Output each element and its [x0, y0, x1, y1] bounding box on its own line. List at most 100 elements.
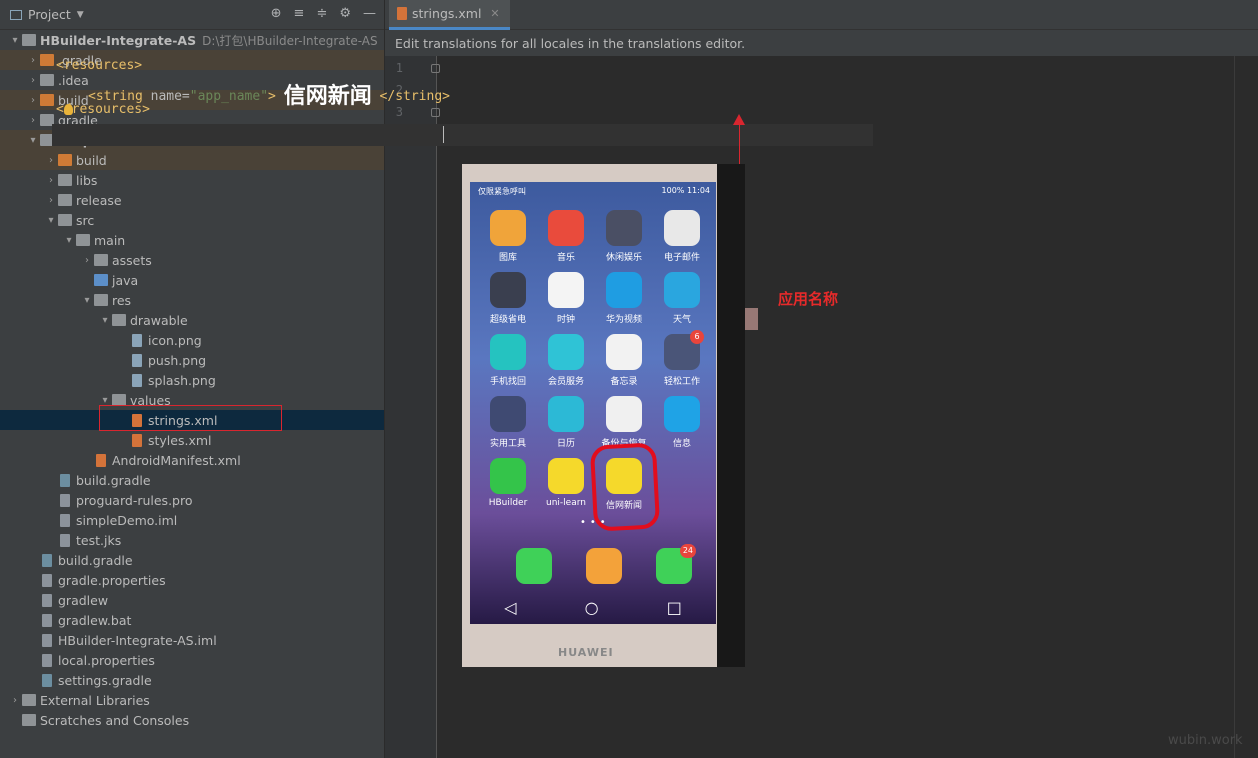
tree-item[interactable]: ▾ HBuilder-Integrate-AS D:\打包\HBuilder-Int…: [0, 30, 384, 50]
phone-app: 备忘录: [596, 334, 652, 387]
chevron-icon[interactable]: ›: [44, 195, 58, 206]
app-icon: [548, 334, 584, 370]
tree-item[interactable]: Scratches and Consoles: [0, 710, 384, 730]
tree-item[interactable]: settings.gradle: [0, 670, 384, 690]
chevron-icon[interactable]: ▾: [98, 315, 112, 326]
chevron-icon[interactable]: ▾: [80, 295, 94, 306]
bulb-icon[interactable]: [64, 104, 73, 115]
app-label: 会员服务: [547, 377, 584, 387]
tree-item[interactable]: gradle.properties: [0, 570, 384, 590]
phone-brand: HUAWEI: [558, 646, 614, 659]
line-number: 1: [395, 61, 403, 75]
tree-item[interactable]: simpleDemo.iml: [0, 510, 384, 530]
code-line-3[interactable]: </resources>: [56, 102, 150, 124]
annotation-arrow: [739, 120, 740, 164]
tree-item-label: splash.png: [148, 372, 216, 388]
app-icon: 6: [664, 330, 704, 370]
chevron-icon[interactable]: ›: [26, 115, 40, 126]
tree-item[interactable]: icon.png: [0, 330, 384, 350]
status-right: 100% 11:04: [661, 186, 710, 195]
tree-item[interactable]: ▾ src: [0, 210, 384, 230]
tree-item[interactable]: push.png: [0, 350, 384, 370]
app-icon: [664, 396, 700, 432]
chevron-icon[interactable]: ▾: [44, 215, 58, 226]
photo-edge: [717, 164, 745, 667]
chevron-icon[interactable]: ›: [80, 255, 94, 266]
app-icon: [548, 458, 584, 494]
fold-toggle[interactable]: [431, 108, 440, 117]
collapse-all-icon[interactable]: ≑: [316, 6, 327, 21]
tree-item[interactable]: ▾ drawable: [0, 310, 384, 330]
folder-icon: [58, 154, 72, 166]
file-icon: [42, 673, 52, 687]
tree-item-label: push.png: [148, 352, 207, 368]
chevron-down-icon[interactable]: ▼: [77, 10, 84, 20]
tree-item[interactable]: › libs: [0, 170, 384, 190]
tree-item[interactable]: build.gradle: [0, 550, 384, 570]
phone-app: 时钟: [538, 272, 594, 325]
tree-item[interactable]: ▾ res: [0, 290, 384, 310]
tree-item[interactable]: gradlew.bat: [0, 610, 384, 630]
phone-app: 会员服务: [538, 334, 594, 387]
file-icon: [42, 593, 52, 607]
tree-item-label: java: [112, 272, 139, 288]
tree-item[interactable]: styles.xml: [0, 430, 384, 450]
file-icon: [42, 573, 52, 587]
tree-item[interactable]: › build: [0, 150, 384, 170]
dock-app: 24: [646, 544, 702, 588]
project-view-selector[interactable]: Project: [28, 7, 71, 22]
app-icon: [606, 334, 642, 370]
close-icon[interactable]: ✕: [490, 7, 499, 20]
project-view-icon[interactable]: [10, 9, 22, 20]
chevron-icon[interactable]: ›: [44, 155, 58, 166]
phone-status-bar: 仅限紧急呼叫 100% 11:04: [478, 186, 710, 200]
tree-item-label: proguard-rules.pro: [76, 492, 193, 508]
chevron-icon[interactable]: ▾: [98, 395, 112, 406]
tree-item[interactable]: › release: [0, 190, 384, 210]
code-line-2[interactable]: <string name="app_name"> 信网新闻 </string>: [88, 78, 450, 109]
string-close-tag: </string>: [379, 89, 450, 104]
app-icon: [490, 396, 526, 432]
app-label: 天气: [672, 315, 691, 325]
watermark: wubin.work: [1168, 733, 1243, 748]
tree-item[interactable]: local.properties: [0, 650, 384, 670]
folder-icon: [94, 274, 108, 286]
tree-item[interactable]: gradlew: [0, 590, 384, 610]
phone-app: 图库: [480, 210, 536, 263]
tree-item[interactable]: ▾ main: [0, 230, 384, 250]
chevron-icon[interactable]: ▾: [62, 235, 76, 246]
tree-item-label: test.jks: [76, 532, 122, 548]
hide-icon[interactable]: —: [363, 6, 376, 21]
tree-item-label: release: [76, 192, 122, 208]
chevron-icon[interactable]: ▾: [8, 35, 22, 46]
chevron-icon[interactable]: ›: [26, 75, 40, 86]
chevron-icon[interactable]: ›: [26, 95, 40, 106]
file-icon: [42, 633, 52, 647]
tree-item[interactable]: splash.png: [0, 370, 384, 390]
locate-icon[interactable]: ⊕: [271, 6, 282, 21]
expand-all-icon[interactable]: ≡: [294, 6, 305, 21]
fold-toggle[interactable]: [431, 64, 440, 73]
gear-icon[interactable]: ⚙: [339, 6, 351, 21]
current-line-highlight: [52, 124, 873, 146]
chevron-icon[interactable]: ›: [8, 695, 22, 706]
tree-item-label: src: [76, 212, 95, 228]
tree-item[interactable]: › External Libraries: [0, 690, 384, 710]
tree-item[interactable]: › assets: [0, 250, 384, 270]
tree-item[interactable]: HBuilder-Integrate-AS.iml: [0, 630, 384, 650]
file-icon: [132, 373, 142, 387]
tree-item[interactable]: java: [0, 270, 384, 290]
chevron-icon[interactable]: ▾: [26, 135, 40, 146]
translations-banner[interactable]: Edit translations for all locales in the…: [385, 30, 1258, 56]
phone-app: HBuilder: [480, 458, 536, 508]
phone-nav-bar: ◁ ○ □: [470, 592, 716, 622]
tree-item[interactable]: build.gradle: [0, 470, 384, 490]
code-line-1[interactable]: <resources>: [56, 58, 142, 80]
chevron-icon[interactable]: ›: [44, 175, 58, 186]
folder-icon: [22, 34, 36, 46]
tree-item[interactable]: test.jks: [0, 530, 384, 550]
tab-strings-xml[interactable]: strings.xml ✕: [389, 0, 510, 30]
tree-item[interactable]: proguard-rules.pro: [0, 490, 384, 510]
chevron-icon[interactable]: ›: [26, 55, 40, 66]
tree-item[interactable]: AndroidManifest.xml: [0, 450, 384, 470]
